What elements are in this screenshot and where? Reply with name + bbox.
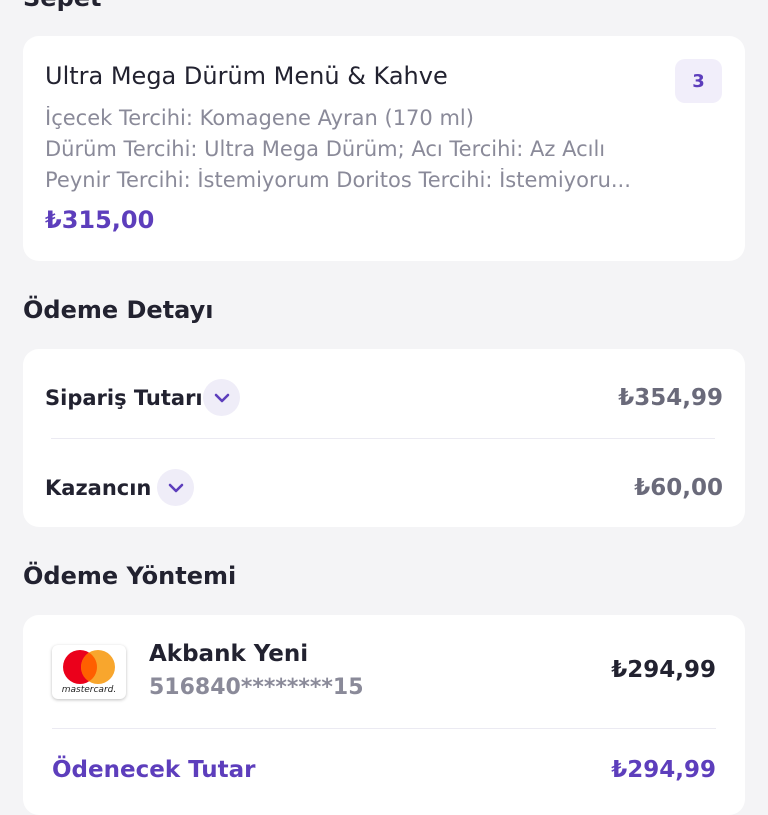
order-amount-label: Sipariş Tutarı xyxy=(45,386,203,410)
order-amount-value: ₺354,99 xyxy=(618,385,723,411)
cart-item-card[interactable]: Ultra Mega Dürüm Menü & Kahve İçecek Ter… xyxy=(23,36,745,261)
product-price: ₺315,00 xyxy=(45,206,155,234)
total-payable-value: ₺294,99 xyxy=(611,757,716,783)
mastercard-logo: mastercard. xyxy=(52,645,126,699)
divider xyxy=(52,728,716,729)
order-amount-expand-button[interactable] xyxy=(203,379,240,416)
payment-detail-card: Sipariş Tutarı ₺354,99 Kazancın ₺60,00 xyxy=(23,349,745,527)
product-name: Ultra Mega Dürüm Menü & Kahve xyxy=(45,62,448,90)
chevron-down-icon xyxy=(214,393,229,402)
product-option-drink: İçecek Tercihi: Komagene Ayran (170 ml) xyxy=(45,106,474,130)
payment-method-card[interactable]: mastercard. Akbank Yeni 516840********15… xyxy=(23,615,745,815)
card-payment-amount: ₺294,99 xyxy=(611,657,716,683)
cart-section-title: Sepet xyxy=(23,0,102,12)
chevron-down-icon xyxy=(168,483,183,492)
product-option-cheese: Peynir Tercihi: İstemiyorum Doritos Terc… xyxy=(45,168,631,192)
product-option-wrap: Dürüm Tercihi: Ultra Mega Dürüm; Acı Ter… xyxy=(45,137,606,161)
quantity-badge[interactable]: 3 xyxy=(675,59,722,103)
total-payable-label: Ödenecek Tutar xyxy=(52,757,256,783)
divider xyxy=(51,438,715,439)
mastercard-icon xyxy=(63,650,115,684)
savings-label: Kazancın xyxy=(45,476,152,500)
masked-card-number: 516840********15 xyxy=(149,675,364,700)
savings-expand-button[interactable] xyxy=(157,469,194,506)
savings-value: ₺60,00 xyxy=(634,475,723,501)
bank-name: Akbank Yeni xyxy=(149,641,309,667)
payment-detail-title: Ödeme Detayı xyxy=(23,296,214,324)
mastercard-wordmark: mastercard. xyxy=(61,685,117,695)
payment-method-title: Ödeme Yöntemi xyxy=(23,562,237,590)
